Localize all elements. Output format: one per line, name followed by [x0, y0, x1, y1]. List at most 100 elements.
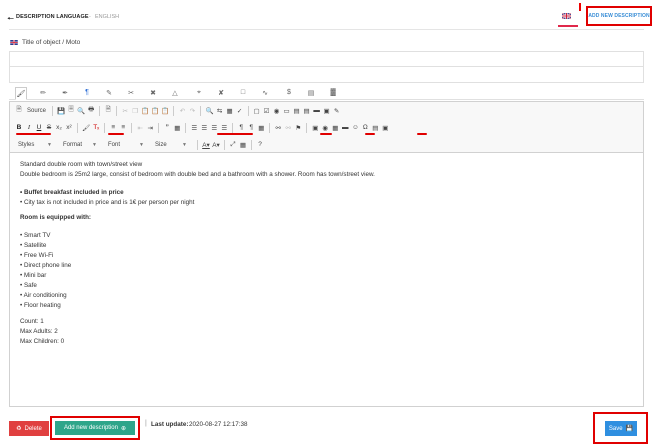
indent-icon[interactable]: ⇥ — [145, 122, 155, 133]
bg-color-icon[interactable]: A▾ — [211, 139, 221, 150]
radio-icon[interactable]: ◉ — [272, 105, 282, 116]
replace-icon[interactable]: ⇆ — [215, 105, 225, 116]
table-icon[interactable]: ▦ — [330, 122, 340, 133]
subtitle-input[interactable] — [9, 67, 644, 83]
rtl-icon[interactable]: ¶ — [246, 122, 256, 133]
ruler-icon[interactable]: □ — [237, 87, 249, 98]
undo-icon[interactable]: ↶ — [177, 105, 187, 116]
iframe-icon[interactable]: ▣ — [380, 122, 390, 133]
save-button[interactable]: Save 💾 — [605, 421, 637, 436]
styles-dropdown[interactable]: Styles ▼ — [14, 139, 56, 150]
smiley-icon[interactable]: ☺ — [350, 122, 360, 133]
font-dropdown[interactable]: Font ▼ — [104, 139, 148, 150]
curve-icon[interactable]: ∿ — [259, 87, 271, 98]
chevron-down-icon: ▼ — [182, 141, 187, 148]
text-color-icon[interactable]: A▾ — [201, 139, 211, 150]
maximize-icon[interactable]: ⤢ — [228, 139, 238, 150]
draw-icon[interactable]: ✘ — [215, 87, 227, 98]
outdent-icon[interactable]: ⇤ — [135, 122, 145, 133]
remove-format-icon[interactable]: Tₓ — [91, 122, 101, 133]
toolbar-separator — [104, 122, 106, 133]
toolbar-separator — [197, 139, 198, 150]
link-icon[interactable]: ⚯ — [273, 122, 283, 133]
redo-icon[interactable]: ↷ — [187, 105, 197, 116]
cut-icon[interactable]: ✂ — [120, 105, 130, 116]
align-left-icon[interactable]: ☰ — [189, 122, 199, 133]
align-icon[interactable]: ▓ — [327, 87, 339, 98]
arrow-left-icon[interactable]: 🠔 — [7, 13, 14, 27]
copy-icon[interactable]: ❐ — [130, 105, 140, 116]
align-right-icon[interactable]: ☰ — [209, 122, 219, 133]
form-icon[interactable]: ▢ — [252, 105, 262, 116]
select-all-icon[interactable]: ▦ — [225, 105, 235, 116]
title-input[interactable] — [9, 51, 644, 67]
crop-icon[interactable]: ⌖ — [193, 87, 205, 98]
list-item: • Air conditioning — [20, 292, 67, 299]
toolbar-separator — [232, 122, 234, 133]
strikethrough-button[interactable]: S — [44, 122, 54, 133]
toolbar-separator — [306, 122, 308, 133]
unlink-icon[interactable]: ⚯ — [283, 122, 293, 133]
text-format-icon[interactable]: △ — [169, 87, 181, 98]
source-button[interactable]: Source — [24, 105, 49, 116]
div-container-icon[interactable]: ▦ — [172, 122, 182, 133]
page-break-icon[interactable]: ▤ — [370, 122, 380, 133]
save-doc-icon[interactable]: 💾 — [56, 105, 66, 116]
special-char-icon[interactable]: Ω — [360, 122, 370, 133]
format-dropdown[interactable]: Format ▼ — [59, 139, 101, 150]
toolbar-separator — [116, 105, 118, 116]
copy-format-icon[interactable]: 🖌 — [81, 122, 91, 133]
anchor-flag-icon[interactable]: ⚑ — [293, 122, 303, 133]
language-icon[interactable]: ▦ — [256, 122, 266, 133]
templates-icon[interactable]: 🗎 — [103, 105, 113, 116]
select-field-icon[interactable]: ▤ — [302, 105, 312, 116]
add-new-description-link[interactable]: ADD NEW DESCRIPTION — [586, 6, 652, 26]
find-icon[interactable]: 🔍 — [204, 105, 214, 116]
ltr-icon[interactable]: ¶ — [236, 122, 246, 133]
flash-icon[interactable]: ◉ — [320, 122, 330, 133]
toolbar-row-2: B I U S x₂ x² 🖌 Tₓ ≡ ≡ ⇤ ⇥ ” ▦ ☰ ☰ ☰ ☰ ¶… — [14, 121, 390, 134]
superscript-button[interactable]: x² — [64, 122, 74, 133]
subscript-button[interactable]: x₂ — [54, 122, 64, 133]
preview-icon[interactable]: 🔍 — [76, 105, 86, 116]
scissors-icon[interactable]: ✂ — [125, 87, 137, 98]
justify-icon[interactable]: ☰ — [219, 122, 229, 133]
paste-word-icon[interactable]: 📋 — [160, 105, 170, 116]
show-blocks-icon[interactable]: ▦ — [238, 139, 248, 150]
paint-brush-icon[interactable]: 🖌 — [15, 87, 27, 100]
italic-button[interactable]: I — [24, 122, 34, 133]
image-icon[interactable]: ▣ — [310, 122, 320, 133]
paragraph-icon[interactable]: ¶ — [81, 87, 93, 98]
paste-icon[interactable]: 📋 — [140, 105, 150, 116]
marker-icon[interactable]: ✎ — [103, 87, 115, 98]
content-line: Count: 1 — [20, 318, 44, 325]
underline-button[interactable]: U — [34, 122, 44, 133]
paste-text-icon[interactable]: 📋 — [150, 105, 160, 116]
help-button[interactable]: ? — [255, 139, 265, 150]
horizontal-line-icon[interactable]: ▬ — [340, 122, 350, 133]
hidden-field-icon[interactable]: ✎ — [332, 105, 342, 116]
add-new-description-button[interactable]: Add new description ⊕ — [55, 421, 135, 435]
button-field-icon[interactable]: ▬ — [312, 105, 322, 116]
spellcheck-icon[interactable]: ✓ — [235, 105, 245, 116]
pencil-icon[interactable]: ✏ — [37, 87, 49, 98]
checkbox-icon[interactable]: ☑ — [262, 105, 272, 116]
new-page-icon[interactable]: 🗏 — [66, 105, 76, 116]
numbered-list-icon[interactable]: ≡ — [108, 122, 118, 133]
uk-flag-icon[interactable] — [562, 13, 571, 19]
bed-icon[interactable]: ▤ — [305, 87, 317, 98]
pen-icon[interactable]: ✒ — [59, 87, 71, 98]
dollar-icon[interactable]: $ — [283, 87, 295, 98]
cross-icon[interactable]: ✖ — [147, 87, 159, 98]
delete-button[interactable]: ♻ Delete — [9, 421, 49, 436]
print-icon[interactable]: 🖶 — [86, 105, 96, 116]
textfield-icon[interactable]: ▭ — [282, 105, 292, 116]
bold-button[interactable]: B — [14, 122, 24, 133]
highlight-underline-link — [320, 133, 332, 135]
bulleted-list-icon[interactable]: ≡ — [118, 122, 128, 133]
textarea-icon[interactable]: ▤ — [292, 105, 302, 116]
align-center-icon[interactable]: ☰ — [199, 122, 209, 133]
size-dropdown[interactable]: Size ▼ — [151, 139, 191, 150]
blockquote-icon[interactable]: ” — [162, 122, 172, 133]
image-button-icon[interactable]: ▣ — [322, 105, 332, 116]
